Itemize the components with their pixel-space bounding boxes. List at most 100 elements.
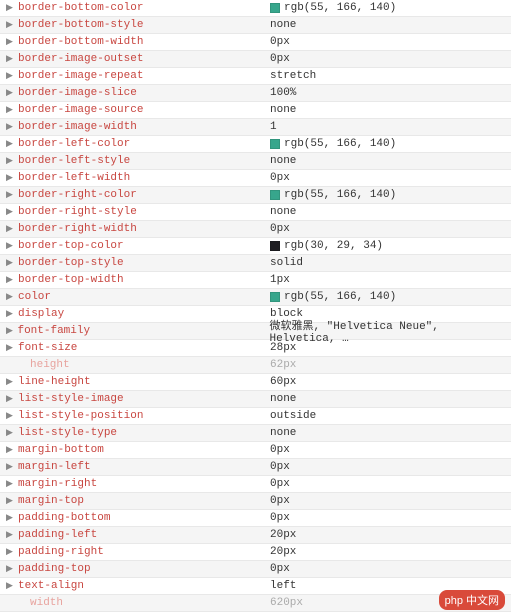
property-row[interactable]: ▶border-bottom-stylenone xyxy=(0,17,511,34)
property-value[interactable]: none xyxy=(270,19,296,31)
property-row[interactable]: ▶border-left-width0px xyxy=(0,170,511,187)
property-row[interactable]: ▶colorrgb(55, 166, 140) xyxy=(0,289,511,306)
property-row[interactable]: ▶border-image-slice100% xyxy=(0,85,511,102)
property-row[interactable]: ▶border-image-outset0px xyxy=(0,51,511,68)
expand-arrow-icon[interactable]: ▶ xyxy=(6,479,16,489)
property-value[interactable]: rgb(55, 166, 140) xyxy=(270,138,396,150)
expand-arrow-icon[interactable]: ▶ xyxy=(6,258,16,268)
property-value[interactable]: none xyxy=(270,206,296,218)
property-row[interactable]: ▶margin-top0px xyxy=(0,493,511,510)
property-row[interactable]: ▶list-style-imagenone xyxy=(0,391,511,408)
property-row[interactable]: ▶border-left-stylenone xyxy=(0,153,511,170)
property-row[interactable]: ▶border-bottom-width0px xyxy=(0,34,511,51)
expand-arrow-icon[interactable]: ▶ xyxy=(6,428,16,438)
property-value[interactable]: 60px xyxy=(270,376,296,388)
expand-arrow-icon[interactable]: ▶ xyxy=(6,156,16,166)
color-swatch[interactable] xyxy=(270,139,280,149)
expand-arrow-icon[interactable]: ▶ xyxy=(6,496,16,506)
property-row[interactable]: ▶font-family微软雅黑, "Helvetica Neue", Helv… xyxy=(0,323,511,340)
property-value[interactable]: 0px xyxy=(270,172,290,184)
expand-arrow-icon[interactable]: ▶ xyxy=(6,377,16,387)
property-value[interactable]: 0px xyxy=(270,223,290,235)
expand-arrow-icon[interactable]: ▶ xyxy=(6,54,16,64)
property-row[interactable]: ▶border-left-colorrgb(55, 166, 140) xyxy=(0,136,511,153)
property-value[interactable]: none xyxy=(270,155,296,167)
property-row[interactable]: ▶border-top-colorrgb(30, 29, 34) xyxy=(0,238,511,255)
expand-arrow-icon[interactable]: ▶ xyxy=(6,564,16,574)
property-value[interactable]: 620px xyxy=(270,597,303,609)
property-value[interactable]: 0px xyxy=(270,563,290,575)
expand-arrow-icon[interactable]: ▶ xyxy=(6,581,16,591)
property-row[interactable]: ▶padding-top0px xyxy=(0,561,511,578)
expand-arrow-icon[interactable]: ▶ xyxy=(6,122,16,132)
property-value[interactable]: 20px xyxy=(270,546,296,558)
expand-arrow-icon[interactable]: ▶ xyxy=(6,139,16,149)
property-row[interactable]: height62px xyxy=(0,357,511,374)
property-value[interactable]: left xyxy=(270,580,296,592)
expand-arrow-icon[interactable]: ▶ xyxy=(6,105,16,115)
property-row[interactable]: ▶border-bottom-colorrgb(55, 166, 140) xyxy=(0,0,511,17)
expand-arrow-icon[interactable]: ▶ xyxy=(6,462,16,472)
expand-arrow-icon[interactable]: ▶ xyxy=(6,394,16,404)
expand-arrow-icon[interactable]: ▶ xyxy=(6,37,16,47)
property-row[interactable]: ▶padding-right20px xyxy=(0,544,511,561)
property-value[interactable]: none xyxy=(270,427,296,439)
property-row[interactable]: ▶text-alignleft xyxy=(0,578,511,595)
property-value[interactable]: 0px xyxy=(270,36,290,48)
property-row[interactable]: ▶margin-left0px xyxy=(0,459,511,476)
color-swatch[interactable] xyxy=(270,3,280,13)
property-value[interactable]: 0px xyxy=(270,512,290,524)
expand-arrow-icon[interactable]: ▶ xyxy=(6,292,16,302)
property-row[interactable]: ▶border-top-stylesolid xyxy=(0,255,511,272)
property-row[interactable]: ▶padding-bottom0px xyxy=(0,510,511,527)
property-value[interactable]: 20px xyxy=(270,529,296,541)
property-value[interactable]: rgb(55, 166, 140) xyxy=(270,291,396,303)
expand-arrow-icon[interactable]: ▶ xyxy=(6,241,16,251)
property-value[interactable]: none xyxy=(270,393,296,405)
property-value[interactable]: 1px xyxy=(270,274,290,286)
property-row[interactable]: ▶border-right-width0px xyxy=(0,221,511,238)
property-row[interactable]: ▶border-image-width1 xyxy=(0,119,511,136)
property-value[interactable]: rgb(55, 166, 140) xyxy=(270,189,396,201)
property-value[interactable]: outside xyxy=(270,410,316,422)
expand-arrow-icon[interactable]: ▶ xyxy=(6,207,16,217)
expand-arrow-icon[interactable]: ▶ xyxy=(6,513,16,523)
property-value[interactable]: 1 xyxy=(270,121,277,133)
property-row[interactable]: ▶line-height60px xyxy=(0,374,511,391)
expand-arrow-icon[interactable]: ▶ xyxy=(6,3,16,13)
property-row[interactable]: ▶border-top-width1px xyxy=(0,272,511,289)
property-value[interactable]: 0px xyxy=(270,495,290,507)
color-swatch[interactable] xyxy=(270,190,280,200)
expand-arrow-icon[interactable]: ▶ xyxy=(6,343,16,353)
expand-arrow-icon[interactable]: ▶ xyxy=(6,71,16,81)
property-row[interactable]: ▶border-right-stylenone xyxy=(0,204,511,221)
property-row[interactable]: ▶border-image-repeatstretch xyxy=(0,68,511,85)
expand-arrow-icon[interactable]: ▶ xyxy=(6,88,16,98)
property-value[interactable]: rgb(55, 166, 140) xyxy=(270,2,396,14)
property-row[interactable]: ▶border-image-sourcenone xyxy=(0,102,511,119)
property-value[interactable]: 0px xyxy=(270,444,290,456)
property-row[interactable]: ▶border-right-colorrgb(55, 166, 140) xyxy=(0,187,511,204)
expand-arrow-icon[interactable]: ▶ xyxy=(6,530,16,540)
property-row[interactable]: ▶list-style-typenone xyxy=(0,425,511,442)
color-swatch[interactable] xyxy=(270,292,280,302)
expand-arrow-icon[interactable]: ▶ xyxy=(6,309,16,319)
property-value[interactable]: none xyxy=(270,104,296,116)
property-value[interactable]: 62px xyxy=(270,359,296,371)
property-row[interactable]: ▶padding-left20px xyxy=(0,527,511,544)
expand-arrow-icon[interactable]: ▶ xyxy=(6,326,15,336)
property-value[interactable]: 0px xyxy=(270,478,290,490)
property-value[interactable]: stretch xyxy=(270,70,316,82)
property-value[interactable]: 0px xyxy=(270,53,290,65)
color-swatch[interactable] xyxy=(270,241,280,251)
property-value[interactable]: solid xyxy=(270,257,303,269)
expand-arrow-icon[interactable]: ▶ xyxy=(6,20,16,30)
expand-arrow-icon[interactable]: ▶ xyxy=(6,547,16,557)
property-row[interactable]: ▶margin-right0px xyxy=(0,476,511,493)
property-value[interactable]: 0px xyxy=(270,461,290,473)
property-row[interactable]: ▶margin-bottom0px xyxy=(0,442,511,459)
expand-arrow-icon[interactable]: ▶ xyxy=(6,411,16,421)
expand-arrow-icon[interactable]: ▶ xyxy=(6,173,16,183)
expand-arrow-icon[interactable]: ▶ xyxy=(6,190,16,200)
expand-arrow-icon[interactable]: ▶ xyxy=(6,445,16,455)
